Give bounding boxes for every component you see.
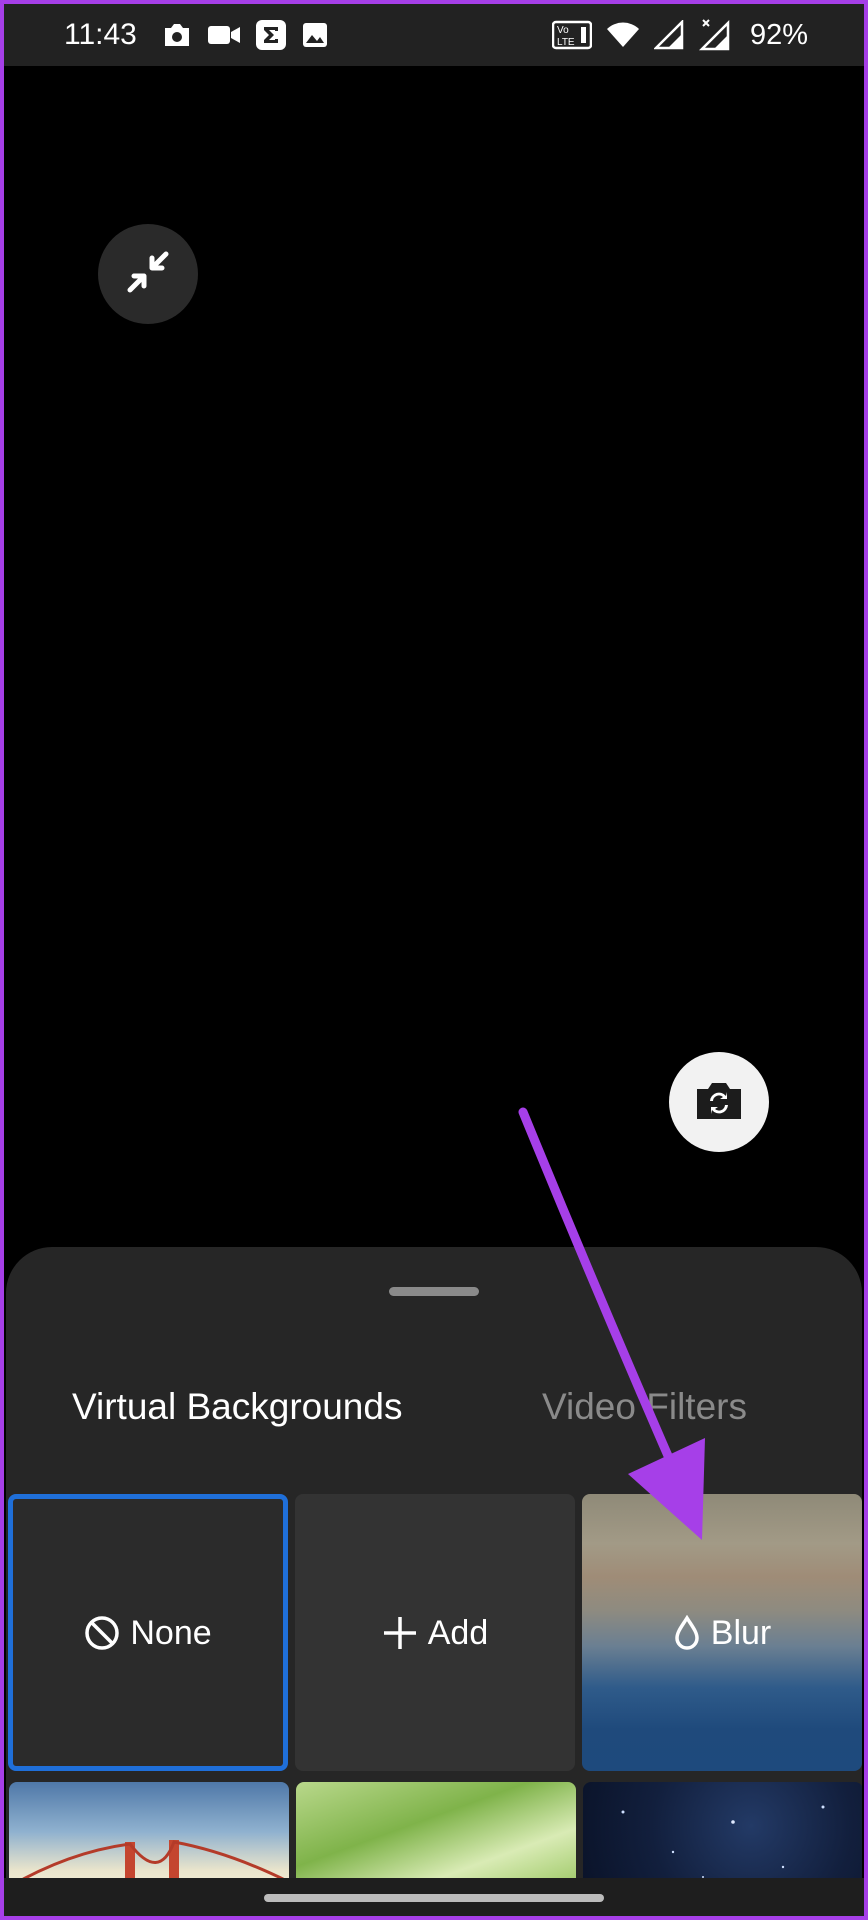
volte-icon: Vo LTE xyxy=(551,20,592,50)
bridge-image xyxy=(9,1840,289,1892)
collapse-arrows-icon xyxy=(122,246,174,303)
svg-text:LTE: LTE xyxy=(557,37,575,48)
droplet-icon xyxy=(673,1614,701,1651)
background-thumbnail-space[interactable] xyxy=(583,1782,862,1892)
background-option-add[interactable]: Add xyxy=(295,1494,575,1771)
tab-bar: Virtual Backgrounds Video Filters xyxy=(6,1377,862,1437)
status-time: 11:43 xyxy=(64,18,137,51)
status-left: 11:43 xyxy=(64,18,329,52)
background-thumbnail-grass[interactable] xyxy=(296,1782,576,1892)
none-icon xyxy=(84,1615,120,1651)
background-option-label: None xyxy=(130,1613,212,1652)
background-option-none[interactable]: None xyxy=(8,1494,288,1771)
wifi-icon xyxy=(606,21,640,49)
status-right: Vo LTE 92% xyxy=(551,18,808,52)
switch-camera-icon xyxy=(693,1079,745,1126)
background-option-label: Add xyxy=(427,1613,489,1652)
background-option-label: Blur xyxy=(710,1613,772,1652)
camera-preview xyxy=(4,66,864,1266)
status-bar: 11:43 Vo LTE 92% xyxy=(4,4,864,66)
camera-icon xyxy=(161,21,193,49)
image-icon xyxy=(301,21,329,49)
plus-icon xyxy=(382,1615,418,1651)
sigma-app-icon xyxy=(255,19,287,51)
signal-no-data-icon xyxy=(698,19,730,51)
home-indicator[interactable] xyxy=(264,1894,604,1902)
stars-image xyxy=(621,1805,825,1878)
tab-video-filters[interactable]: Video Filters xyxy=(542,1377,747,1437)
svg-text:Vo: Vo xyxy=(557,25,569,36)
video-camera-icon xyxy=(207,23,241,47)
tab-virtual-backgrounds[interactable]: Virtual Backgrounds xyxy=(72,1377,402,1437)
drag-handle[interactable] xyxy=(389,1287,479,1296)
signal-icon xyxy=(653,20,684,50)
background-thumbnail-bridge[interactable] xyxy=(9,1782,289,1892)
status-battery: 92% xyxy=(749,18,808,51)
background-option-blur[interactable]: Blur xyxy=(582,1494,862,1771)
switch-camera-button[interactable] xyxy=(669,1052,769,1152)
collapse-button[interactable] xyxy=(98,224,198,324)
backgrounds-sheet: Virtual Backgrounds Video Filters None A… xyxy=(6,1247,862,1920)
